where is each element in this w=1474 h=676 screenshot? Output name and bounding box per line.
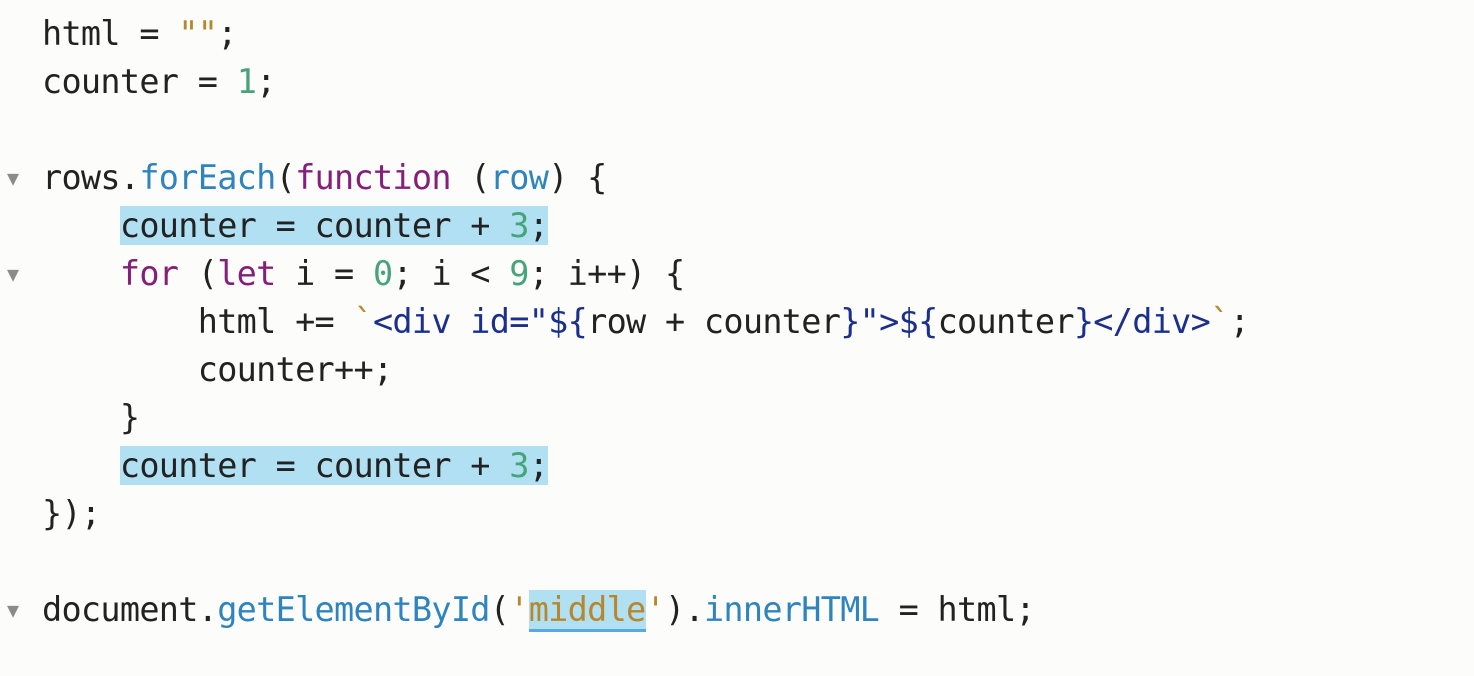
code-token: ` <box>353 302 374 341</box>
code-text[interactable]: }); <box>42 490 101 538</box>
code-token: ; i++) { <box>528 254 685 293</box>
code-token: = html; <box>879 590 1036 629</box>
code-text[interactable]: counter = counter + 3; <box>42 202 549 250</box>
code-token: 9 <box>509 254 529 293</box>
code-token: ; <box>217 14 237 53</box>
code-token: counter = counter + <box>119 446 510 485</box>
code-token: forEach <box>139 158 276 197</box>
code-token: html = <box>42 14 179 53</box>
code-token: ` <box>1210 302 1230 341</box>
line-content: html = ""; <box>42 14 237 53</box>
code-token: ; <box>528 206 549 245</box>
code-token: ( <box>450 158 490 197</box>
code-token: for <box>119 254 179 293</box>
code-line[interactable]: counter++; <box>0 346 1474 394</box>
code-token: ( <box>275 158 296 197</box>
code-editor[interactable]: html = ""; counter = 1; ▼ rows.forEach(func… <box>0 10 1474 634</box>
line-content: html += `<div id="${row + counter}">${co… <box>197 302 1250 341</box>
code-token: html += <box>197 302 354 341</box>
code-text[interactable]: html = ""; <box>42 10 237 58</box>
code-text[interactable]: counter = counter + 3; <box>42 442 549 490</box>
code-line[interactable]: counter = 1; <box>0 58 1474 106</box>
code-text[interactable]: for (let i = 0; i < 9; i++) { <box>42 250 685 298</box>
code-token: ; <box>256 62 276 101</box>
highlighted-occurrence: counter = counter + 3; <box>119 446 549 485</box>
code-token: }">${ <box>840 302 938 341</box>
line-content: for (let i = 0; i < 9; i++) { <box>120 254 685 293</box>
code-token: counter++; <box>197 350 393 389</box>
code-token: ). <box>665 590 705 629</box>
code-token: ( <box>178 254 218 293</box>
code-token: counter = <box>42 62 237 101</box>
line-content: document.getElementById('middle').innerH… <box>42 590 1036 632</box>
code-token: } <box>119 398 140 437</box>
code-token: ; <box>1229 302 1250 341</box>
code-token: 0 <box>372 254 393 293</box>
code-token: <div id="${ <box>372 302 588 341</box>
code-token: innerHTML <box>703 590 880 629</box>
code-token: ' <box>509 590 529 629</box>
fold-arrow-icon[interactable]: ▼ <box>0 586 26 634</box>
code-token: 1 <box>236 62 257 101</box>
code-token: i = <box>275 254 373 293</box>
fold-arrow-icon[interactable]: ▼ <box>0 154 26 202</box>
code-token: document. <box>42 590 218 629</box>
code-token: 3 <box>509 206 529 245</box>
code-line[interactable]: ▼ for (let i = 0; i < 9; i++) { <box>0 250 1474 298</box>
code-token: rows. <box>42 158 140 197</box>
code-token: ( <box>489 590 510 629</box>
fold-arrow-icon[interactable]: ▼ <box>0 250 26 298</box>
code-token: row + counter <box>587 302 841 341</box>
code-line[interactable]: ▼ document.getElementById('middle').inner… <box>0 586 1474 634</box>
code-token: ) { <box>548 158 607 197</box>
code-text[interactable]: rows.forEach(function (row) { <box>42 154 607 202</box>
code-token: getElementById <box>217 590 490 629</box>
line-content: } <box>119 398 140 437</box>
code-token: let <box>217 254 276 293</box>
code-token: 3 <box>509 446 529 485</box>
code-token: ; i < <box>392 254 510 293</box>
code-line[interactable]: } <box>0 394 1474 442</box>
selected-text: middle <box>528 590 646 632</box>
code-line[interactable]: counter = counter + 3; <box>0 442 1474 490</box>
line-content: counter++; <box>198 350 393 389</box>
code-text[interactable]: document.getElementById('middle').innerH… <box>42 586 1036 634</box>
code-token: ' <box>645 590 666 629</box>
code-token: row <box>489 158 549 197</box>
code-token: counter <box>937 302 1075 341</box>
code-line[interactable]: counter = counter + 3; <box>0 202 1474 250</box>
code-token: ; <box>528 446 549 485</box>
code-line[interactable]: ▼ rows.forEach(function (row) { <box>0 154 1474 202</box>
code-line[interactable]: html += `<div id="${row + counter}">${co… <box>0 298 1474 346</box>
code-text[interactable]: } <box>42 394 140 442</box>
code-line[interactable] <box>0 106 1474 154</box>
highlighted-occurrence: counter = counter + 3; <box>119 206 549 245</box>
code-text[interactable]: counter = 1; <box>42 58 276 106</box>
code-line[interactable]: }); <box>0 490 1474 538</box>
code-line[interactable] <box>0 538 1474 586</box>
code-text[interactable]: counter++; <box>42 346 393 394</box>
code-text[interactable]: html += `<div id="${row + counter}">${co… <box>42 298 1250 346</box>
code-token: "" <box>178 14 218 53</box>
code-token: counter = counter + <box>119 206 510 245</box>
code-token: function <box>295 158 451 197</box>
line-content: }); <box>42 494 101 533</box>
code-token: }</div> <box>1073 302 1211 341</box>
line-content: counter = 1; <box>42 62 276 101</box>
code-line[interactable]: html = ""; <box>0 10 1474 58</box>
line-content: rows.forEach(function (row) { <box>42 158 607 197</box>
code-token: }); <box>42 494 101 533</box>
